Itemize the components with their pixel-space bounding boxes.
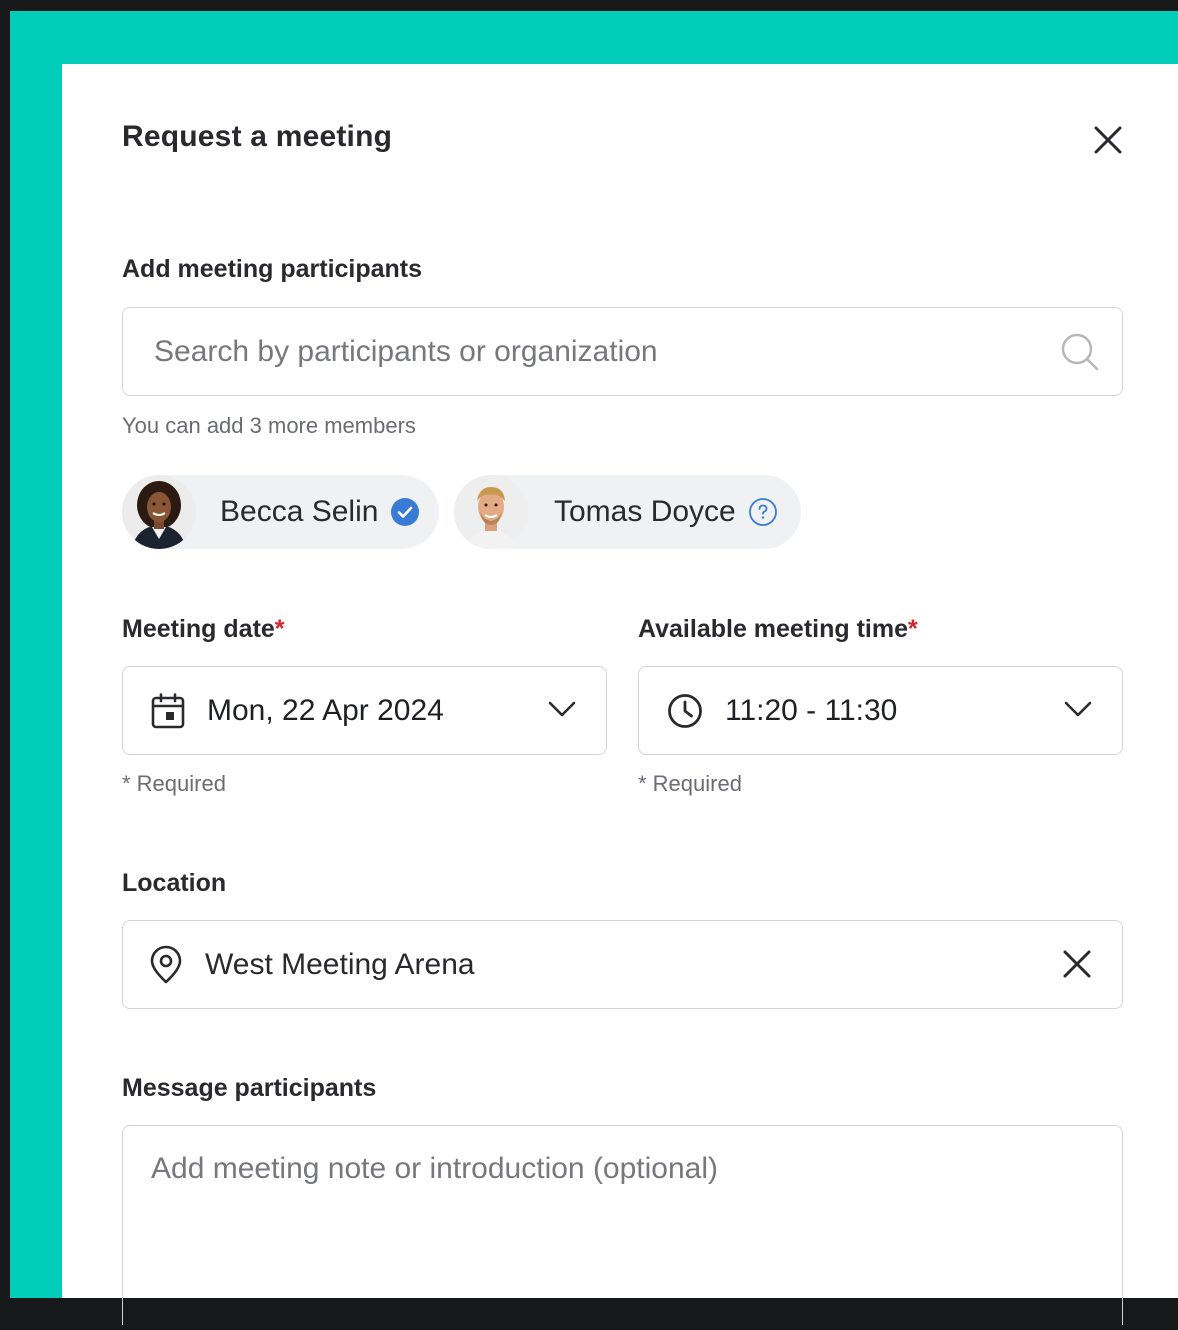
participant-name: Tomas Doyce [554,495,736,528]
location-value: West Meeting Arena [205,947,475,981]
meeting-time-select[interactable]: 11:20 - 11:30 [638,666,1123,755]
message-textarea[interactable] [123,1126,1122,1325]
avatar [454,475,528,549]
participants-label: Add meeting participants [122,255,423,283]
meeting-date-required-hint: * Required [122,771,226,796]
location-field[interactable]: West Meeting Arena [122,920,1123,1009]
location-label: Location [122,869,227,897]
meeting-date-select[interactable]: Mon, 22 Apr 2024 [122,666,607,755]
close-button[interactable] [1088,120,1128,160]
message-field[interactable] [122,1125,1123,1325]
search-icon [1061,333,1099,371]
avatar [122,475,196,549]
verified-check-icon [391,498,420,526]
participant-search-field[interactable] [122,307,1123,396]
close-icon [1063,950,1091,978]
participant-chip-tomas-doyce[interactable]: Tomas Doyce [454,475,801,549]
meeting-date-label: Meeting date* [122,615,285,643]
close-icon [1094,126,1122,154]
calendar-icon [151,692,185,728]
message-label: Message participants [122,1074,377,1102]
clock-icon [668,693,702,728]
participant-name: Becca Selin [220,495,379,528]
chevron-down-icon [1064,701,1092,717]
required-asterisk: * [908,615,918,643]
required-asterisk: * [274,615,285,643]
meeting-time-label: Available meeting time* [638,615,918,643]
chevron-down-icon [548,701,576,717]
meeting-time-value: 11:20 - 11:30 [725,693,898,727]
meeting-date-value: Mon, 22 Apr 2024 [207,693,444,727]
participant-search-input[interactable] [152,333,1036,370]
request-meeting-modal: Request a meeting Add meeting participan… [62,64,1178,1325]
meeting-time-required-hint: * Required [638,771,742,796]
location-pin-icon [150,945,182,983]
question-circle-icon[interactable] [748,497,778,527]
clear-location-button[interactable] [1062,949,1092,984]
members-remaining-text: You can add 3 more members [122,413,416,438]
modal-title: Request a meeting [122,120,393,153]
participant-chip-becca-selin[interactable]: Becca Selin [122,475,439,549]
